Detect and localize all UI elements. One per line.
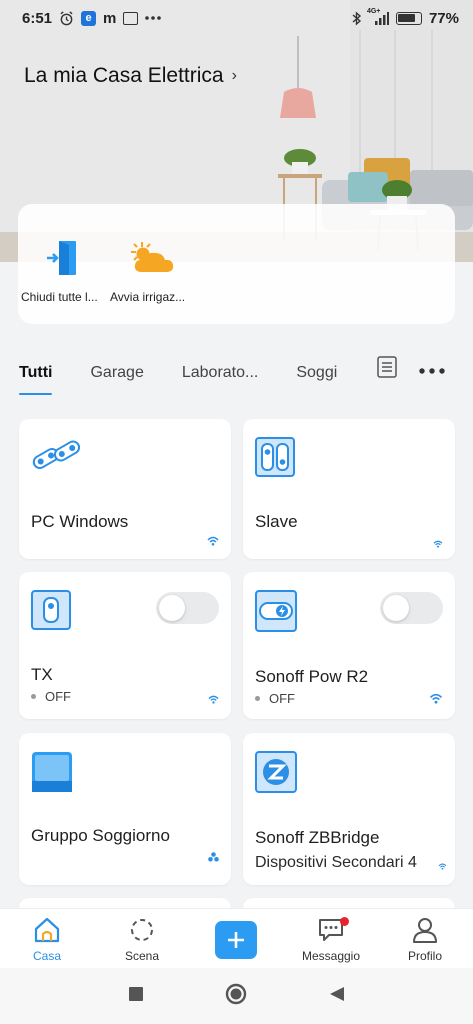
wifi-icon xyxy=(207,533,219,551)
back-icon[interactable] xyxy=(329,986,345,1007)
device-card-sonoff-zbbridge[interactable]: Sonoff ZBBridge Dispositivi Secondari 4 xyxy=(243,733,455,885)
bottom-navigation: Casa Scena Messaggio Profilo xyxy=(0,908,473,968)
group-icon xyxy=(208,849,219,867)
add-device-button[interactable] xyxy=(215,921,257,959)
chevron-right-icon: › xyxy=(231,67,237,84)
home-name: La mia Casa Elettrica xyxy=(24,64,224,87)
power-switch-icon xyxy=(255,590,297,637)
scene-label: Avvia irrigaz... xyxy=(110,290,186,304)
home-icon xyxy=(2,915,92,945)
clock: 6:51 xyxy=(22,9,53,27)
nav-profilo[interactable]: Profilo xyxy=(380,915,470,963)
zigbee-bridge-icon xyxy=(255,751,297,798)
device-card-sonoff-pow-r2[interactable]: Sonoff Pow R2 OFF xyxy=(243,572,455,719)
more-options-icon[interactable] xyxy=(419,361,445,379)
recent-apps-icon[interactable] xyxy=(128,986,143,1006)
home-circle-icon[interactable] xyxy=(225,983,247,1010)
switch-pair-icon xyxy=(31,437,81,476)
device-name: Sonoff ZBBridge xyxy=(255,828,380,847)
device-card-pc-windows[interactable]: PC Windows xyxy=(19,419,231,559)
more-dots-icon xyxy=(145,16,162,20)
home-selector[interactable]: La mia Casa Elettrica › xyxy=(24,64,237,88)
system-navigation-bar xyxy=(0,968,473,1024)
wall-switch-icon xyxy=(31,590,71,635)
device-name: Sonoff Pow R2 xyxy=(255,667,369,686)
box-app-icon xyxy=(123,11,139,25)
alarm-icon xyxy=(59,10,74,26)
signal-icon: 4G+ xyxy=(367,8,389,25)
device-name: PC Windows xyxy=(31,512,129,531)
device-name: Slave xyxy=(255,512,298,531)
message-icon xyxy=(286,915,376,945)
battery-percent: 77% xyxy=(428,9,459,27)
nav-label: Messaggio xyxy=(301,949,361,963)
device-name: TX xyxy=(31,665,53,684)
e-app-icon: e xyxy=(81,10,97,26)
device-card-gruppo-soggiorno[interactable]: Gruppo Soggiorno xyxy=(19,733,231,885)
battery-icon xyxy=(395,11,422,25)
plus-icon xyxy=(228,932,244,948)
status-bar: 6:51 e m 4G+ 77% xyxy=(0,0,473,36)
profile-icon xyxy=(380,915,470,945)
sun-cloud-icon xyxy=(110,236,210,280)
m-app-icon: m xyxy=(103,9,117,27)
nav-messaggio[interactable]: Messaggio xyxy=(286,915,376,963)
door-exit-icon xyxy=(21,236,121,280)
nav-scena[interactable]: Scena xyxy=(97,915,187,963)
tab-tutti[interactable]: Tutti xyxy=(19,364,53,395)
power-toggle[interactable] xyxy=(380,592,443,624)
double-switch-icon xyxy=(255,437,295,482)
room-tabs: Tutti Garage Laborato... Soggi xyxy=(0,348,473,398)
device-name: Gruppo Soggiorno xyxy=(31,826,170,845)
list-view-icon[interactable] xyxy=(377,356,397,383)
nav-label: Casa xyxy=(32,949,61,963)
tab-laboratorio[interactable]: Laborato... xyxy=(182,364,259,382)
device-state: OFF xyxy=(255,691,295,706)
nav-label: Profilo xyxy=(407,949,442,963)
smart-scenes-card: Chiudi tutte l... Avvia irrigaz... xyxy=(18,204,455,324)
wifi-icon xyxy=(433,535,443,553)
sub-devices-count: Dispositivi Secondari 4 xyxy=(255,854,417,871)
wifi-icon xyxy=(208,691,219,709)
scene-start-irrigation[interactable]: Avvia irrigaz... xyxy=(110,236,210,304)
scene-label: Chiudi tutte l... xyxy=(21,290,98,304)
device-state: OFF xyxy=(31,689,71,704)
power-toggle[interactable] xyxy=(156,592,219,624)
group-panel-icon xyxy=(31,751,73,798)
notification-badge xyxy=(340,917,349,926)
scene-close-all[interactable]: Chiudi tutte l... xyxy=(21,236,121,304)
tab-soggiorno[interactable]: Soggi xyxy=(296,364,337,382)
tab-garage[interactable]: Garage xyxy=(90,364,143,382)
wifi-icon xyxy=(429,691,443,709)
wifi-icon xyxy=(438,857,447,875)
device-card-slave[interactable]: Slave xyxy=(243,419,455,559)
bluetooth-icon xyxy=(352,10,362,26)
nav-label: Scena xyxy=(124,949,160,963)
device-card-tx[interactable]: TX OFF xyxy=(19,572,231,719)
nav-casa[interactable]: Casa xyxy=(2,915,92,963)
scene-icon xyxy=(97,915,187,945)
